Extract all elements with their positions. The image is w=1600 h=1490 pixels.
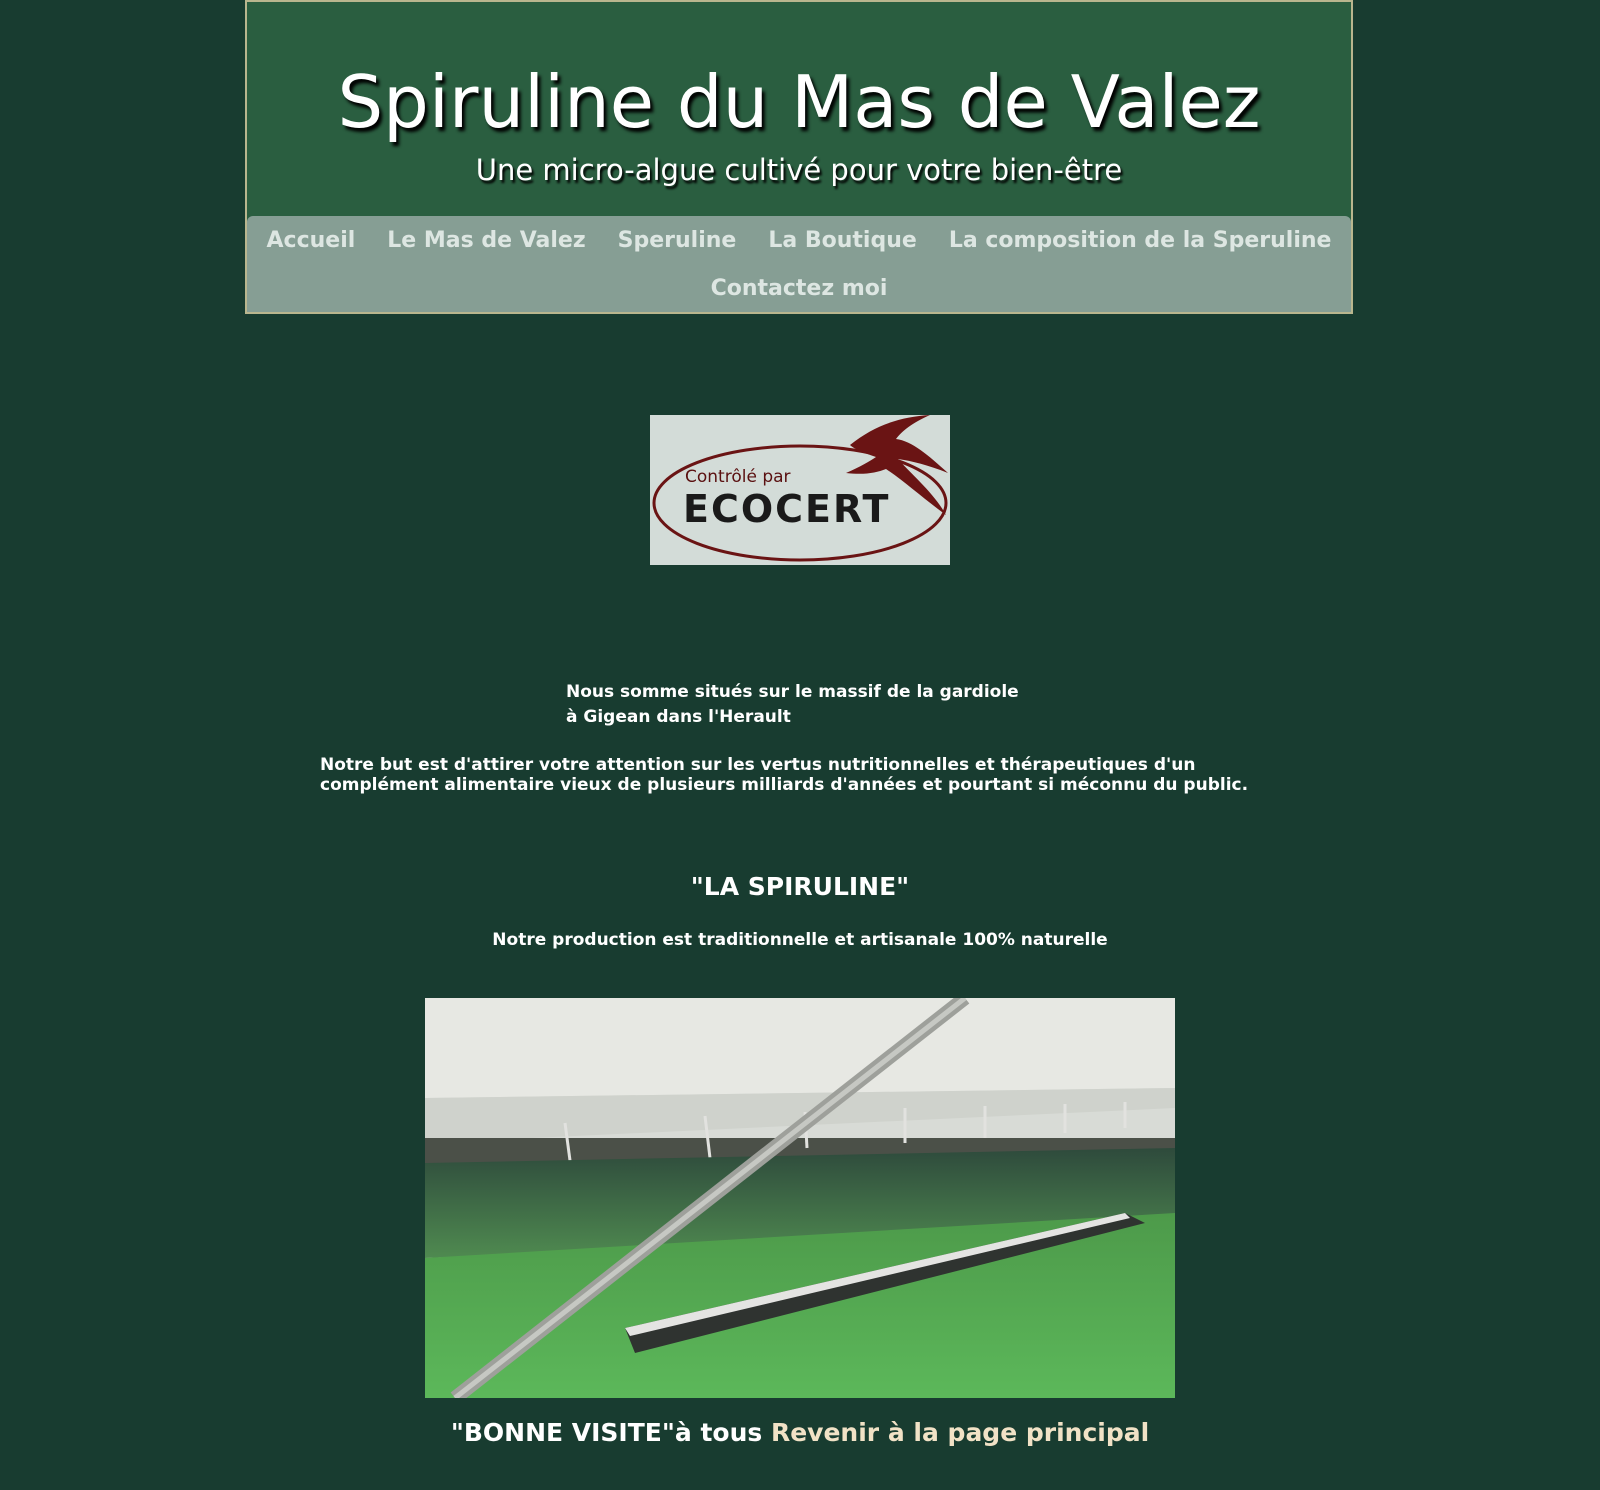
production-text: Notre production est traditionnelle et a…: [492, 930, 1108, 950]
location-line-2: à Gigean dans l'Herault: [566, 707, 791, 727]
ecocert-logo: Contrôlé par ECOCERT: [650, 415, 950, 565]
nav-row: Accueil Le Mas de Valez Speruline La Bou…: [247, 216, 1351, 264]
site-subtitle: Une micro-algue cultivé pour votre bien-…: [475, 153, 1123, 187]
nav-item-contact[interactable]: Contactez moi: [695, 276, 904, 301]
spirulina-basins-photo: [425, 998, 1175, 1398]
footer-line: "BONNE VISITE"à tous Revenir à la page p…: [0, 1418, 1600, 1447]
back-to-main-link[interactable]: Revenir à la page principal: [771, 1418, 1149, 1447]
nav-item-composition[interactable]: La composition de la Speruline: [933, 228, 1348, 253]
nav-row: Contactez moi: [247, 264, 1351, 312]
site-title: Spiruline du Mas de Valez: [337, 60, 1261, 144]
nav-item-speruline[interactable]: Speruline: [602, 228, 753, 253]
location-text: Nous somme situés sur le massif de la ga…: [566, 680, 1086, 730]
location-line-1: Nous somme situés sur le massif de la ga…: [566, 682, 1019, 702]
logo-controle-text: Contrôlé par: [685, 467, 791, 487]
logo-ecocert-text: ECOCERT: [683, 487, 890, 531]
intro-paragraph: Notre but est d'attirer votre attention …: [320, 755, 1249, 795]
main-nav: Accueil Le Mas de Valez Speruline La Bou…: [247, 216, 1351, 312]
site-header: Spiruline du Mas de Valez Une micro-algu…: [245, 0, 1353, 314]
nav-item-mas-de-valez[interactable]: Le Mas de Valez: [371, 228, 601, 253]
nav-item-boutique[interactable]: La Boutique: [752, 228, 932, 253]
footer-greeting: "BONNE VISITE"à tous: [450, 1418, 771, 1447]
section-title: "LA SPIRULINE": [690, 872, 910, 901]
nav-item-accueil[interactable]: Accueil: [251, 228, 372, 253]
